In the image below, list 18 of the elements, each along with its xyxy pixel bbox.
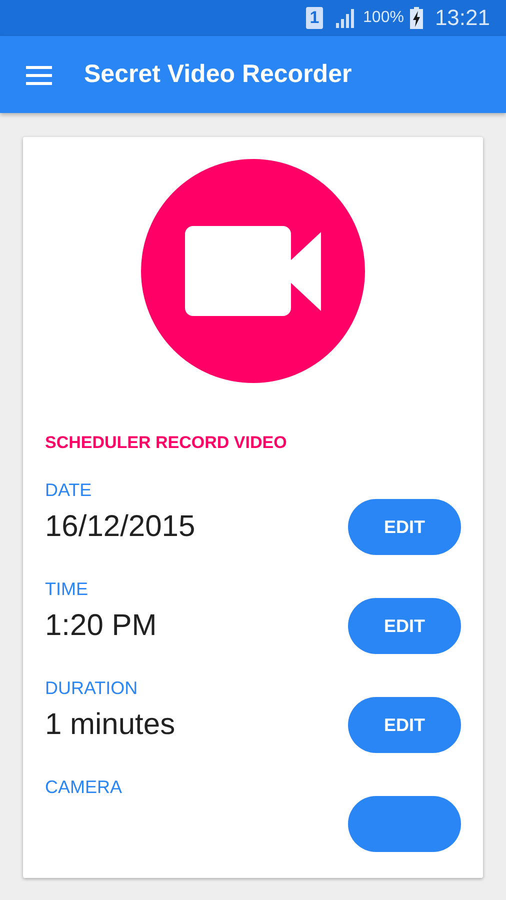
battery-charging-icon xyxy=(410,7,423,29)
battery-level: 100% xyxy=(363,9,404,27)
setting-value: 1 minutes xyxy=(45,708,176,742)
setting-label: CAMERA xyxy=(45,777,124,799)
menu-icon[interactable] xyxy=(26,64,52,84)
edit-button[interactable]: EDIT xyxy=(348,598,461,654)
setting-label: TIME xyxy=(45,579,89,601)
section-title: SCHEDULER RECORD VIDEO xyxy=(45,433,288,453)
setting-label: DATE xyxy=(45,480,93,502)
app-title: Secret Video Recorder xyxy=(84,60,352,89)
edit-button[interactable]: EDIT xyxy=(348,697,461,753)
edit-button[interactable]: EDIT xyxy=(348,499,461,555)
sim-indicator: 1 xyxy=(306,7,324,29)
setting-value: 1:20 PM xyxy=(45,609,157,643)
clock: 13:21 xyxy=(434,5,490,31)
video-camera-icon xyxy=(140,158,366,384)
setting-value: 16/12/2015 xyxy=(45,510,196,544)
setting-label: DURATION xyxy=(45,678,139,700)
